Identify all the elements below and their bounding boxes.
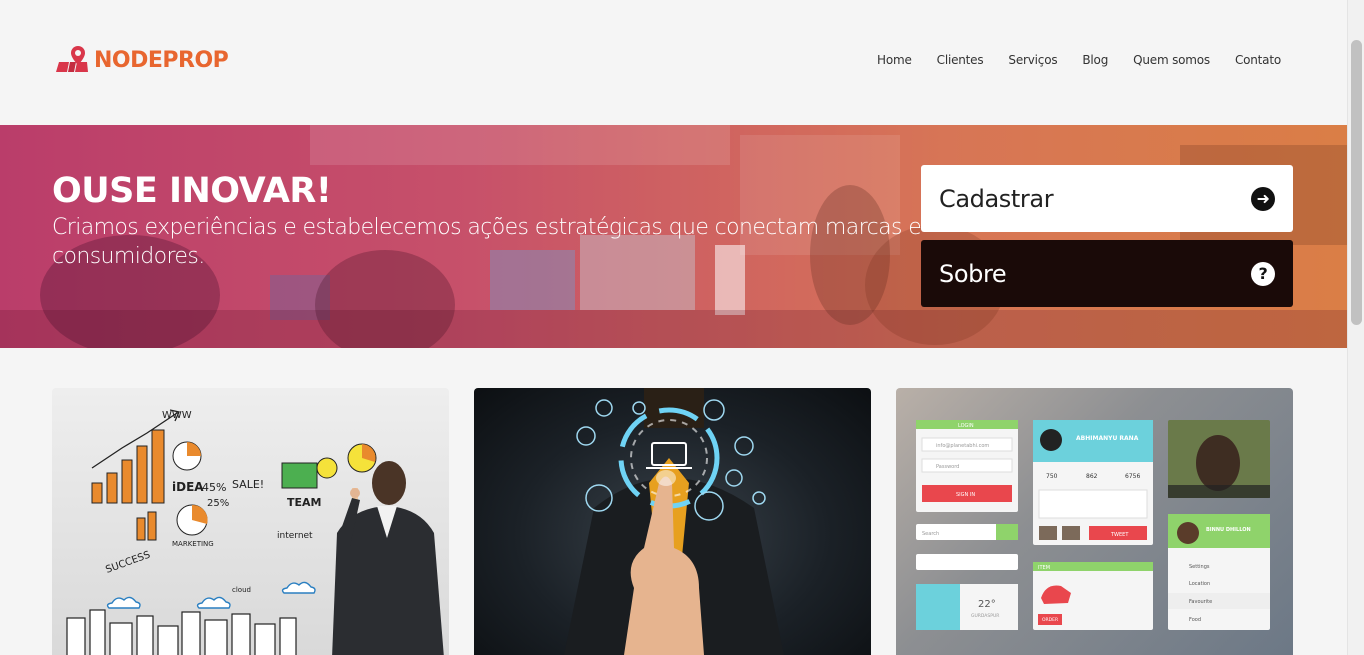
brand-logo[interactable]: NODEPROP bbox=[54, 44, 229, 76]
uikit-menu-location: Location bbox=[1189, 581, 1210, 587]
nav-quem-somos[interactable]: Quem somos bbox=[1133, 53, 1210, 67]
nav-clientes[interactable]: Clientes bbox=[937, 53, 984, 67]
uikit-stat-2: 862 bbox=[1086, 473, 1098, 480]
sketch-pct2: 25% bbox=[207, 498, 229, 509]
card-business-sketch[interactable]: WWW iDEA 45% SALE! 25% TEAM internet MAR… bbox=[52, 388, 449, 655]
uikit-order: ORDER bbox=[1042, 617, 1058, 623]
uikit-email: info@planetabhi.com bbox=[936, 443, 989, 449]
question-circle-icon: ? bbox=[1251, 261, 1275, 286]
scrollbar-thumb[interactable] bbox=[1351, 40, 1362, 325]
uikit-stat-1: 750 bbox=[1046, 473, 1058, 480]
cadastrar-label: Cadastrar bbox=[939, 184, 1054, 213]
sobre-button[interactable]: Sobre ? bbox=[921, 240, 1293, 307]
nav-home[interactable]: Home bbox=[877, 53, 912, 67]
uikit-menu-favourite: Favourite bbox=[1189, 599, 1212, 605]
uikit-temp: 22° bbox=[978, 599, 996, 610]
uikit-item: ITEM bbox=[1038, 565, 1050, 571]
uikit-login-title: LOGIN bbox=[958, 423, 974, 429]
uikit-password: Password bbox=[936, 464, 959, 470]
page: NODEPROP Home Clientes Serviços Blog Que… bbox=[0, 0, 1347, 655]
map-pin-logo-icon bbox=[54, 44, 90, 76]
ui-kit-image: LOGIN info@planetabhi.com Password SIGN … bbox=[916, 420, 1270, 630]
uikit-sign-in: SIGN IN bbox=[956, 492, 975, 498]
business-sketch-image: WWW iDEA 45% SALE! 25% TEAM internet MAR… bbox=[66, 409, 444, 655]
nav-contato[interactable]: Contato bbox=[1235, 53, 1281, 67]
uikit-profile-name: ABHIMANYU RANA bbox=[1076, 435, 1139, 442]
sobre-label: Sobre bbox=[939, 259, 1007, 288]
card-ui-kit[interactable]: LOGIN info@planetabhi.com Password SIGN … bbox=[896, 388, 1293, 655]
cadastrar-button[interactable]: Cadastrar ➜ bbox=[921, 165, 1293, 232]
sketch-success: SUCCESS bbox=[104, 550, 152, 576]
arrow-circle-right-icon: ➜ bbox=[1251, 186, 1275, 211]
hero-subtitle: Criamos experiências e estabelecemos açõ… bbox=[52, 215, 922, 269]
sketch-www: WWW bbox=[162, 410, 192, 421]
card-touch-technology[interactable] bbox=[474, 388, 871, 655]
uikit-menu-food: Food bbox=[1189, 617, 1201, 623]
touch-technology-image bbox=[564, 388, 784, 655]
uikit-menu-settings: Settings bbox=[1189, 564, 1210, 570]
uikit-tweet: TWEET bbox=[1110, 532, 1129, 538]
sketch-marketing: MARKETING bbox=[172, 540, 214, 548]
sketch-pct: 45% bbox=[202, 481, 226, 494]
hero-banner: OUSE INOVAR! Criamos experiências e esta… bbox=[0, 125, 1347, 348]
uikit-user2: BINNU DHILLON bbox=[1206, 527, 1251, 533]
nav-servicos[interactable]: Serviços bbox=[1008, 53, 1057, 67]
uikit-stat-3: 6756 bbox=[1125, 473, 1140, 480]
uikit-city: GURDASPUR bbox=[971, 613, 999, 619]
page-scrollbar[interactable] bbox=[1347, 0, 1364, 655]
main-nav: Home Clientes Serviços Blog Quem somos C… bbox=[877, 53, 1281, 67]
site-header: NODEPROP Home Clientes Serviços Blog Que… bbox=[0, 0, 1347, 125]
sketch-idea: iDEA bbox=[172, 480, 204, 494]
nav-blog[interactable]: Blog bbox=[1082, 53, 1108, 67]
sketch-cloud: cloud bbox=[232, 586, 251, 594]
hero-title: OUSE INOVAR! bbox=[52, 171, 332, 211]
uikit-search: Search bbox=[922, 531, 939, 537]
sketch-team: TEAM bbox=[287, 496, 321, 509]
sketch-sale: SALE! bbox=[232, 478, 264, 491]
brand-name: NODEPROP bbox=[94, 47, 229, 73]
sketch-internet: internet bbox=[277, 531, 313, 541]
